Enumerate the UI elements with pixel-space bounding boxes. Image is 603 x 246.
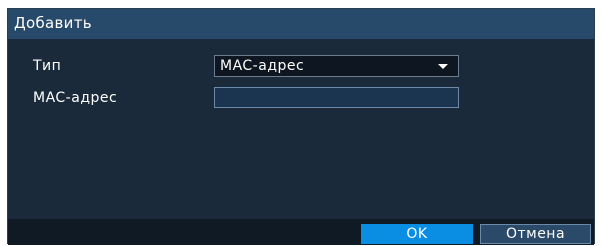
- chevron-down-icon[interactable]: [438, 64, 448, 69]
- cancel-button[interactable]: Отмена: [480, 224, 591, 244]
- dialog-body: Тип MAC-адрес MAC-адрес: [8, 39, 594, 219]
- mac-address-input[interactable]: [214, 87, 459, 108]
- add-dialog: Добавить Тип MAC-адрес MAC-адрес OK Отме…: [7, 8, 595, 245]
- mac-address-label: MAC-адрес: [33, 90, 118, 106]
- dialog-title-bar: Добавить: [8, 9, 594, 39]
- type-select-value: MAC-адрес: [220, 58, 305, 74]
- dialog-title: Добавить: [14, 14, 92, 32]
- dialog-footer: OK Отмена: [8, 219, 594, 245]
- type-label: Тип: [33, 58, 62, 74]
- type-select[interactable]: MAC-адрес: [214, 55, 459, 77]
- ok-button[interactable]: OK: [361, 224, 473, 244]
